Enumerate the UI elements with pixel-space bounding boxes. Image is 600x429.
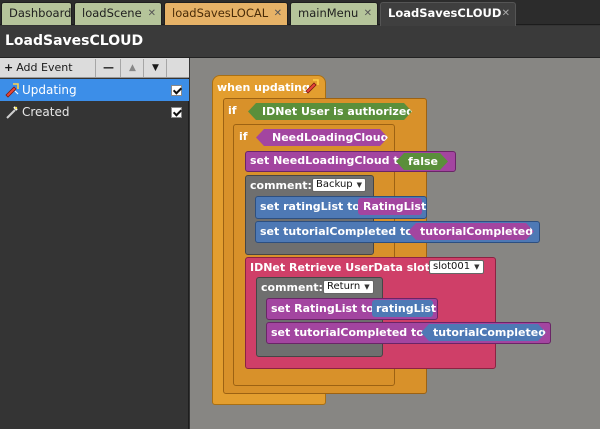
title-bar: LoadSavesCLOUD: [0, 26, 600, 58]
comment-return-value: Return: [327, 281, 361, 292]
add-event-label: Add Event: [16, 61, 73, 74]
event-toolbar: + Add Event — ▲ ▼: [0, 58, 189, 78]
set-ratinglist2-label: set RatingList to: [271, 302, 374, 315]
set-tutorial-completed2-label: set tutorialCompleted to: [271, 326, 424, 339]
tab-dashboard[interactable]: Dashboard: [1, 2, 72, 25]
idnet-retrieve-label: IDNet Retrieve UserData slot:: [250, 261, 435, 274]
close-icon[interactable]: ✕: [274, 3, 282, 24]
close-icon[interactable]: ✕: [502, 3, 510, 24]
dropdown-arrow-icon: ▼: [364, 283, 370, 291]
slot-dropdown[interactable]: slot001 ▼: [429, 260, 484, 274]
created-icon: [6, 106, 18, 119]
remove-event-button[interactable]: —: [97, 59, 121, 77]
event-item-label: Created: [22, 105, 70, 119]
updating-icon: [5, 83, 19, 98]
event-sidebar: + Add Event — ▲ ▼ Updating Created: [0, 58, 189, 429]
when-updating-label: when updating: [217, 81, 310, 94]
set-ratinglist-label: set ratingList to: [260, 200, 360, 213]
comment-backup-value: Backup: [316, 179, 353, 190]
tab-loadsaveslocal-label: loadSavesLOCAL: [172, 6, 269, 20]
tab-loadsavescloud[interactable]: LoadSavesCLOUD ✕: [380, 2, 516, 26]
enabled-checkbox[interactable]: [171, 85, 182, 96]
if-keyword-inner: if: [239, 130, 248, 143]
tab-loadsaveslocal[interactable]: loadSavesLOCAL ✕: [164, 2, 288, 25]
dropdown-arrow-icon: ▼: [474, 263, 480, 271]
block-canvas: when updating if IDNet User is authorize…: [190, 58, 600, 429]
block-workspace[interactable]: when updating if IDNet User is authorize…: [190, 58, 600, 429]
tab-loadscene-label: loadScene: [82, 6, 142, 20]
comment-label-2: comment:: [261, 281, 323, 294]
updating-icon: [305, 79, 319, 94]
slot-value: slot001: [433, 261, 471, 272]
set-need-loading-cloud-label: set NeedLoadingCloud to: [250, 154, 407, 167]
move-up-button[interactable]: ▲: [122, 59, 144, 77]
comment-backup-dropdown[interactable]: Backup ▼: [312, 178, 367, 192]
tab-mainmenu[interactable]: mainMenu ✕: [290, 2, 378, 25]
page-title: LoadSavesCLOUD: [5, 33, 144, 49]
event-item-label: Updating: [22, 83, 77, 97]
if-keyword-outer: if: [228, 104, 237, 117]
plus-icon: +: [4, 61, 14, 74]
close-icon[interactable]: ✕: [364, 3, 372, 24]
tutorial-completed2-variable[interactable]: tutorialCompleted: [421, 324, 546, 341]
tutorial-completed-variable[interactable]: tutorialCompleted: [408, 223, 534, 240]
tab-loadsavescloud-label: LoadSavesCLOUD: [388, 6, 502, 20]
tab-mainmenu-label: mainMenu: [298, 6, 359, 20]
event-item-created[interactable]: Created: [0, 101, 189, 123]
event-item-updating[interactable]: Updating: [0, 79, 189, 101]
ratinglist-variable[interactable]: RatingList: [358, 198, 426, 215]
add-event-button[interactable]: + Add Event: [0, 59, 96, 77]
ratinglist2-variable[interactable]: ratingList: [372, 300, 436, 317]
comment-return-dropdown[interactable]: Return ▼: [323, 280, 374, 294]
idnet-user-authorized-condition[interactable]: IDNet User is authorized: [248, 103, 412, 120]
need-loading-cloud-variable[interactable]: NeedLoadingCloud: [256, 129, 388, 146]
tab-bar: Dashboard loadScene ✕ loadSavesLOCAL ✕ m…: [0, 0, 600, 26]
close-icon[interactable]: ✕: [148, 3, 156, 24]
comment-label-1: comment:: [250, 179, 312, 192]
set-tutorial-completed-label: set tutorialCompleted to: [260, 225, 413, 238]
tab-loadscene[interactable]: loadScene ✕: [74, 2, 162, 25]
dropdown-arrow-icon: ▼: [356, 181, 363, 189]
enabled-checkbox[interactable]: [171, 107, 182, 118]
false-boolean-block[interactable]: false: [396, 153, 448, 170]
tab-dashboard-label: Dashboard: [9, 6, 72, 20]
move-down-button[interactable]: ▼: [145, 59, 167, 77]
